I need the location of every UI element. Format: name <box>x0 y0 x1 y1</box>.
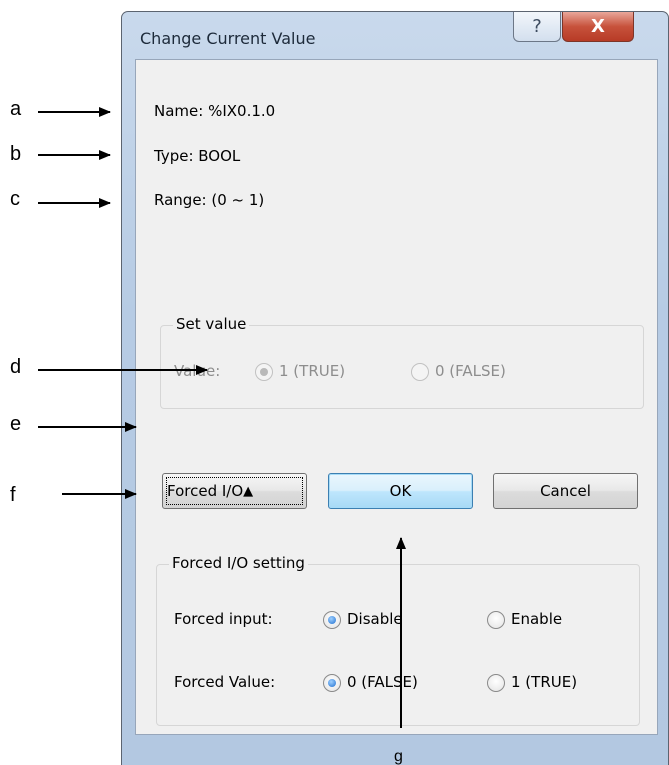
callout-c: c <box>10 188 20 210</box>
help-icon: ? <box>532 16 542 37</box>
dialog-body: Name: %IX0.1.0 Type: BOOL Range: (0 ~ 1)… <box>135 59 658 735</box>
forced-input-label: Forced input: <box>174 610 273 628</box>
callout-a: a <box>10 98 22 120</box>
change-current-value-dialog: Change Current Value ? X Name: %IX0.1.0 … <box>121 11 669 765</box>
set-value-true-radio[interactable] <box>255 363 273 381</box>
set-value-group-title: Set value <box>173 315 250 333</box>
window-title: Change Current Value <box>140 29 316 48</box>
set-value-true-label: 1 (TRUE) <box>279 362 346 380</box>
forced-input-enable-label: Enable <box>511 610 563 628</box>
set-value-false-radio[interactable] <box>411 363 429 381</box>
forced-value-false-label: 0 (FALSE) <box>347 673 418 691</box>
range-label: Range: (0 ~ 1) <box>154 191 265 209</box>
type-label: Type: BOOL <box>154 147 241 165</box>
set-value-value-label: Value: <box>174 362 221 380</box>
forced-input-enable-radio[interactable] <box>487 611 505 629</box>
close-icon: X <box>591 16 605 37</box>
callout-g: g <box>394 748 403 765</box>
forced-input-disable-radio[interactable] <box>323 611 341 629</box>
focus-rectangle <box>166 477 303 505</box>
cancel-button-label: Cancel <box>540 482 591 500</box>
forced-value-label: Forced Value: <box>174 673 276 691</box>
help-button[interactable]: ? <box>513 12 561 42</box>
close-button[interactable]: X <box>562 12 634 42</box>
ok-button[interactable]: OK <box>328 473 473 509</box>
forced-io-button[interactable]: Forced I/O ▲ <box>162 473 307 509</box>
forced-input-disable-label: Disable <box>347 610 403 628</box>
name-label: Name: %IX0.1.0 <box>154 102 276 120</box>
forced-value-true-label: 1 (TRUE) <box>511 673 578 691</box>
forced-io-setting-group-title: Forced I/O setting <box>169 554 308 572</box>
set-value-false-label: 0 (FALSE) <box>435 362 506 380</box>
callout-d: d <box>10 356 22 378</box>
set-value-group: Set value Value: 1 (TRUE) 0 (FALSE) <box>160 315 644 409</box>
cancel-button[interactable]: Cancel <box>493 473 638 509</box>
forced-value-false-radio[interactable] <box>323 674 341 692</box>
callout-e: e <box>10 413 22 435</box>
forced-io-setting-group: Forced I/O setting Forced input: Disable… <box>156 554 640 726</box>
ok-button-label: OK <box>389 482 412 500</box>
figure: a b c d e f Change Current Value ? X Nam… <box>0 0 669 765</box>
callout-b: b <box>10 143 22 165</box>
forced-value-true-radio[interactable] <box>487 674 505 692</box>
callout-f: f <box>10 484 16 506</box>
